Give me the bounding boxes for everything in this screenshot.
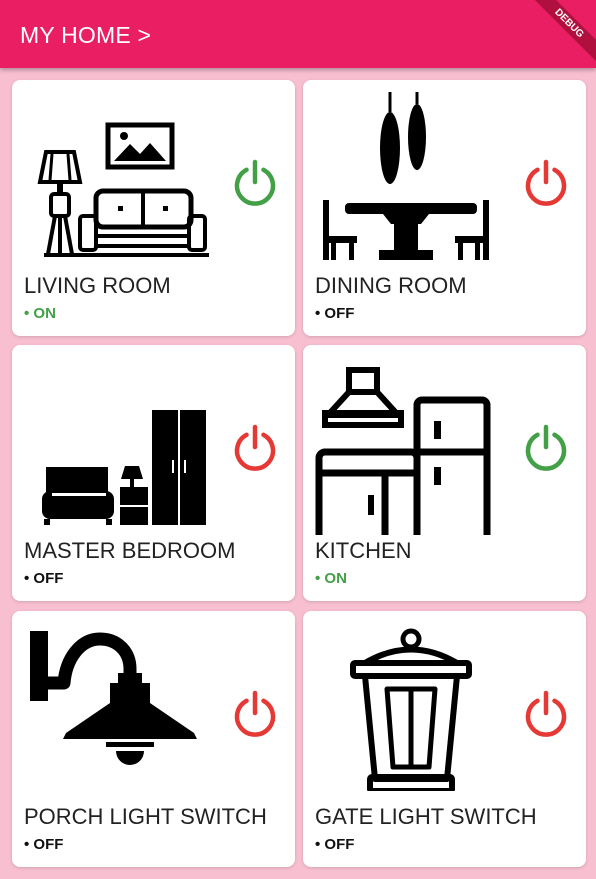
power-button[interactable] [230, 688, 280, 738]
room-card-gate-light[interactable]: GATE LIGHT SWITCH • OFF [303, 611, 586, 867]
power-button[interactable] [521, 157, 571, 207]
room-status: • OFF [24, 570, 64, 587]
living-room-icon [37, 122, 209, 257]
room-name: LIVING ROOM [24, 273, 171, 298]
app-bar: MY HOME > [0, 0, 596, 68]
room-status: • ON [315, 570, 347, 587]
power-button[interactable] [521, 422, 571, 472]
gate-light-icon [350, 628, 472, 791]
room-card-kitchen[interactable]: KITCHEN • ON [303, 345, 586, 601]
room-name: DINING ROOM [315, 273, 467, 298]
power-button[interactable] [230, 422, 280, 472]
kitchen-icon [315, 367, 491, 535]
power-button[interactable] [230, 157, 280, 207]
bedroom-icon [42, 410, 206, 525]
room-status: • OFF [315, 836, 355, 853]
room-card-master-bedroom[interactable]: MASTER BEDROOM • OFF [12, 345, 295, 601]
dining-room-icon [323, 92, 489, 260]
porch-light-icon [30, 631, 197, 765]
room-card-living-room[interactable]: LIVING ROOM • ON [12, 80, 295, 336]
room-card-porch-light[interactable]: PORCH LIGHT SWITCH • OFF [12, 611, 295, 867]
room-name: KITCHEN [315, 538, 412, 563]
room-name: PORCH LIGHT SWITCH [24, 804, 267, 829]
room-name: GATE LIGHT SWITCH [315, 804, 537, 829]
room-card-dining-room[interactable]: DINING ROOM • OFF [303, 80, 586, 336]
room-name: MASTER BEDROOM [24, 538, 236, 563]
page-title[interactable]: MY HOME > [20, 22, 151, 49]
room-status: • ON [24, 305, 56, 322]
room-status: • OFF [24, 836, 64, 853]
power-button[interactable] [521, 688, 571, 738]
room-status: • OFF [315, 305, 355, 322]
